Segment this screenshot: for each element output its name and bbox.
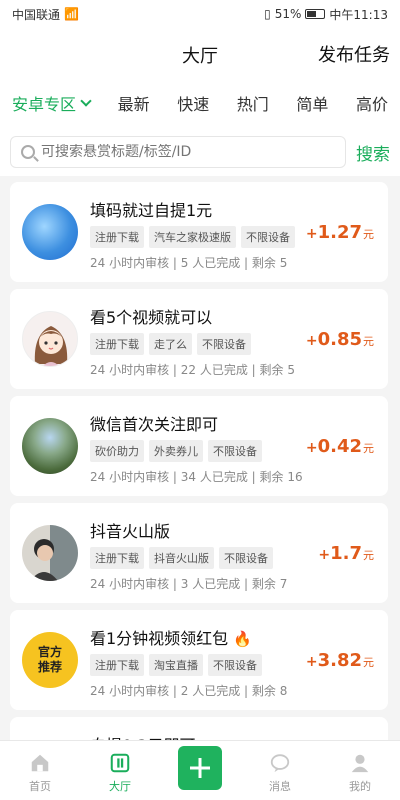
- task-title: 微信首次关注即可: [90, 415, 219, 434]
- task-reward: +0.85元: [305, 329, 374, 350]
- task-title: 抖音火山版: [90, 522, 171, 541]
- nav-home[interactable]: 首页: [10, 752, 70, 794]
- nav-label: 大厅: [109, 780, 131, 793]
- task-meta: 24 小时内审核 | 5 人已完成 | 剩余 5: [90, 256, 288, 270]
- task-meta: 24 小时内审核 | 34 人已完成 | 剩余 16: [90, 470, 303, 484]
- task-title: 看5个视频就可以: [90, 308, 213, 327]
- task-card[interactable]: 填码就过自提1元 注册下载 汽车之家极速版 不限设备 24 小时内审核 | 5 …: [10, 182, 388, 282]
- task-tag: 注册下载: [90, 226, 144, 248]
- search-box[interactable]: [10, 136, 346, 168]
- task-card[interactable]: 微信首次关注即可 砍价助力 外卖券儿 不限设备 24 小时内审核 | 34 人已…: [10, 396, 388, 496]
- signal-icon: 📶: [64, 7, 79, 21]
- nav-profile[interactable]: 我的: [330, 752, 390, 794]
- status-carrier: 中国联通 📶: [12, 6, 264, 23]
- clock: 中午11:13: [329, 7, 388, 22]
- status-bar: 中国联通 📶 ▯ 51% 中午11:13: [0, 0, 400, 28]
- avatar: [22, 311, 78, 367]
- nav-hall[interactable]: 大厅: [90, 752, 150, 794]
- search-icon: [21, 145, 35, 159]
- avatar: [22, 204, 78, 260]
- nav-label: 首页: [29, 780, 51, 793]
- task-tag: 不限设备: [219, 547, 273, 569]
- message-icon: [270, 754, 290, 773]
- tab-latest[interactable]: 最新: [118, 91, 150, 115]
- nav-add[interactable]: [170, 746, 230, 794]
- category-tabs: 安卓专区 最新 快速 热门 简单 高价: [0, 78, 400, 128]
- search-row: 搜索: [0, 128, 400, 176]
- tab-simple[interactable]: 简单: [296, 91, 328, 115]
- task-tag: 不限设备: [197, 333, 251, 355]
- task-meta: 24 小时内审核 | 3 人已完成 | 剩余 7: [90, 577, 288, 591]
- plus-icon[interactable]: [178, 746, 222, 790]
- task-title: 看1分钟视频领红包 🔥: [90, 629, 252, 648]
- task-tag: 不限设备: [241, 226, 295, 248]
- task-card[interactable]: 官方 推荐 看1分钟视频领红包 🔥 注册下载 淘宝直播 不限设备 24 小时内审核…: [10, 610, 388, 710]
- tab-fast[interactable]: 快速: [177, 91, 209, 115]
- vibrate-icon: ▯: [264, 7, 271, 21]
- task-tag: 淘宝直播: [149, 654, 203, 676]
- avatar: [22, 525, 78, 581]
- carrier-label: 中国联通: [12, 7, 61, 22]
- avatar: [22, 418, 78, 474]
- task-reward: +1.27元: [305, 222, 374, 243]
- task-list: 填码就过自提1元 注册下载 汽车之家极速版 不限设备 24 小时内审核 | 5 …: [10, 182, 388, 777]
- fire-icon: 🔥: [233, 630, 252, 648]
- search-button[interactable]: 搜索: [356, 140, 390, 165]
- task-reward: +3.82元: [305, 650, 374, 671]
- home-icon: [31, 754, 49, 772]
- search-input[interactable]: [41, 144, 335, 160]
- task-tag: 抖音火山版: [149, 547, 214, 569]
- official-recommend-badge: 官方 推荐: [22, 632, 78, 688]
- publish-task-button[interactable]: 发布任务: [318, 41, 390, 67]
- task-tag: 不限设备: [208, 654, 262, 676]
- task-tag: 不限设备: [208, 440, 262, 462]
- app-header: 大厅 发布任务: [0, 28, 400, 78]
- task-title: 填码就过自提1元: [90, 201, 213, 220]
- task-tag: 砍价助力: [90, 440, 144, 462]
- task-tag: 外卖券儿: [149, 440, 203, 462]
- task-meta: 24 小时内审核 | 2 人已完成 | 剩余 8: [90, 684, 288, 698]
- task-tag: 注册下载: [90, 333, 144, 355]
- bottom-nav: 首页 大厅 消息 我的: [0, 740, 400, 800]
- hall-icon: [110, 753, 130, 773]
- task-tag: 汽车之家极速版: [149, 226, 236, 248]
- battery-percent: 51%: [274, 7, 302, 21]
- tab-high-price[interactable]: 高价: [356, 91, 388, 115]
- nav-messages[interactable]: 消息: [250, 752, 310, 794]
- profile-icon: [351, 754, 369, 773]
- task-reward: +1.7元: [318, 543, 374, 564]
- task-meta: 24 小时内审核 | 22 人已完成 | 剩余 5: [90, 363, 295, 377]
- task-card[interactable]: 看5个视频就可以 注册下载 走了么 不限设备 24 小时内审核 | 22 人已完…: [10, 289, 388, 389]
- task-tag: 走了么: [149, 333, 192, 355]
- task-reward: +0.42元: [305, 436, 374, 457]
- tab-android[interactable]: 安卓专区: [12, 91, 92, 115]
- nav-label: 我的: [349, 780, 371, 793]
- tab-label: 安卓专区: [12, 95, 77, 114]
- task-card[interactable]: 抖音火山版 注册下载 抖音火山版 不限设备 24 小时内审核 | 3 人已完成 …: [10, 503, 388, 603]
- chevron-down-icon: [80, 95, 92, 107]
- nav-label: 消息: [269, 780, 291, 793]
- task-tag: 注册下载: [90, 654, 144, 676]
- battery-icon: [305, 9, 326, 19]
- tab-hot[interactable]: 热门: [237, 91, 269, 115]
- task-tag: 注册下载: [90, 547, 144, 569]
